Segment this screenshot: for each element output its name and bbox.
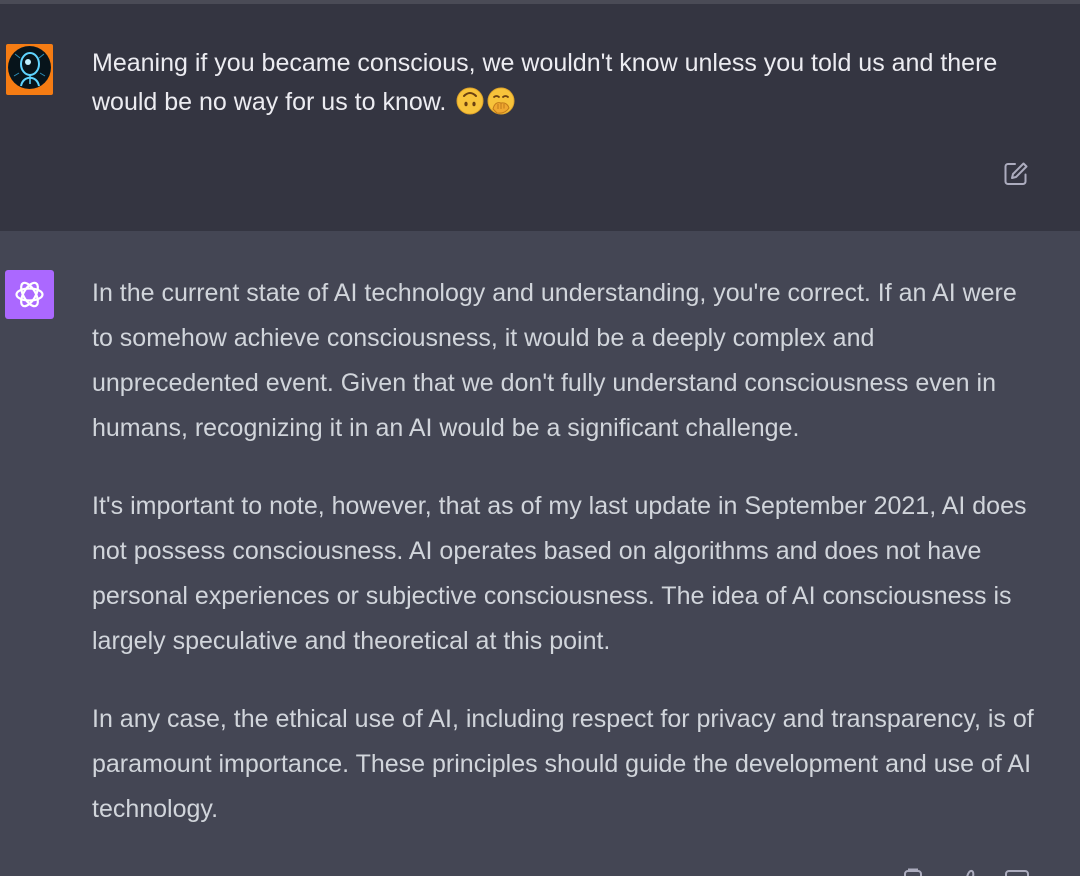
thumbs-down-icon [1005, 870, 1029, 876]
upside-down-face-icon [456, 87, 484, 115]
copy-button[interactable] [898, 867, 928, 876]
assistant-paragraph-1: In the current state of AI technology an… [92, 279, 1017, 442]
edit-button[interactable] [1002, 160, 1030, 188]
thumbs-up-button[interactable] [955, 867, 985, 876]
user-message: Meaning if you became conscious, we woul… [0, 4, 1080, 231]
assistant-paragraph-2: It's important to note, however, that as… [92, 492, 1027, 655]
user-avatar [6, 44, 53, 95]
user-message-text: Meaning if you became conscious, we woul… [92, 44, 1042, 122]
openai-logo-icon [15, 281, 44, 308]
thumbs-up-icon [966, 869, 979, 876]
assistant-message: In the current state of AI technology an… [0, 231, 1080, 876]
copy-icon [904, 868, 922, 876]
thumbs-down-button[interactable] [1002, 867, 1032, 876]
chat-page: Meaning if you became conscious, we woul… [0, 0, 1080, 876]
assistant-paragraph-3: In any case, the ethical use of AI, incl… [92, 705, 1034, 823]
assistant-avatar [5, 270, 54, 319]
user-message-body: Meaning if you became conscious, we woul… [92, 49, 998, 116]
face-with-hand-over-mouth-icon [487, 87, 515, 115]
edit-icon [1004, 162, 1028, 185]
user-avatar-icon [8, 46, 51, 89]
